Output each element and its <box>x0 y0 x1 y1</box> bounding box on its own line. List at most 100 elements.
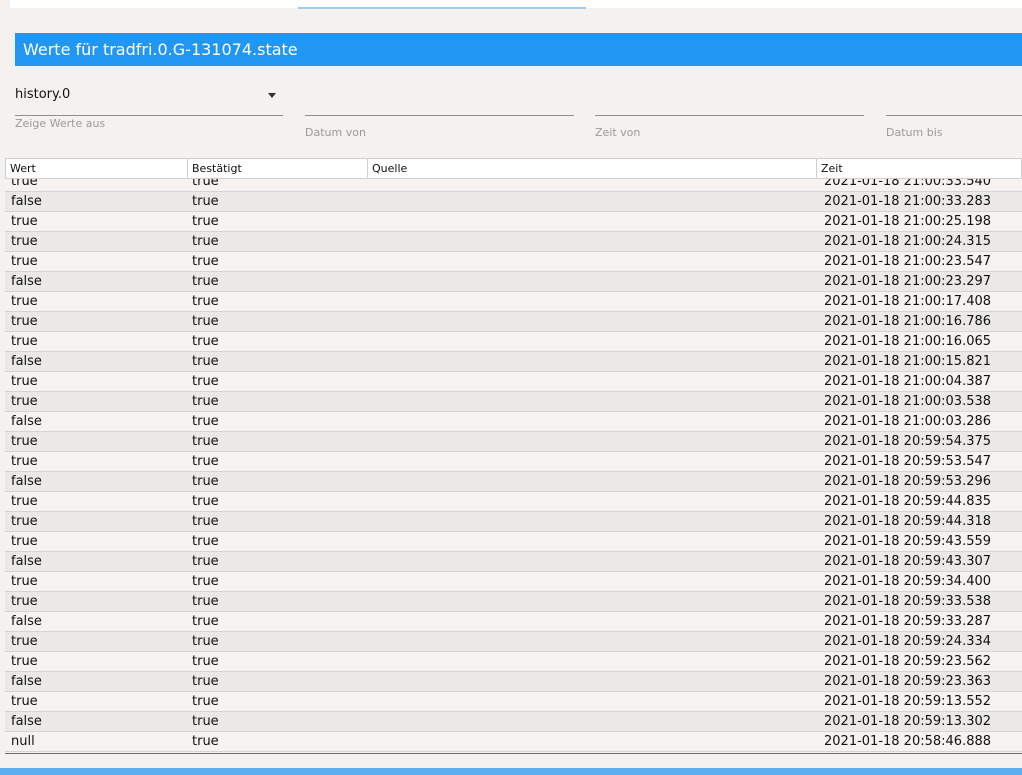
table-row[interactable]: true true 2021-01-18 21:00:33.540 <box>5 179 1022 192</box>
column-header-quelle[interactable]: Quelle <box>367 159 817 179</box>
cell-quelle <box>371 452 811 471</box>
date-from-underline <box>305 115 574 116</box>
cell-wert: true <box>11 454 38 469</box>
date-to-underline <box>886 115 1022 116</box>
active-tab-indicator <box>298 7 586 9</box>
cell-quelle <box>371 392 811 411</box>
cell-wert: false <box>11 194 42 209</box>
cell-bestaetigt: true <box>192 374 219 389</box>
cell-wert: true <box>11 394 38 409</box>
cell-quelle <box>371 592 811 611</box>
cell-bestaetigt: true <box>192 254 219 269</box>
cell-wert: true <box>11 594 38 609</box>
table-row[interactable]: false true 2021-01-18 20:59:13.302 <box>5 712 1022 732</box>
cell-bestaetigt: true <box>192 554 219 569</box>
cell-zeit: 2021-01-18 20:59:24.334 <box>824 634 992 649</box>
cell-zeit: 2021-01-18 20:59:23.562 <box>824 654 992 669</box>
cell-zeit: 2021-01-18 21:00:25.198 <box>824 214 992 229</box>
cell-wert: false <box>11 474 42 489</box>
column-header-wert[interactable]: Wert <box>6 159 188 179</box>
cell-zeit: 2021-01-18 20:59:33.538 <box>824 594 992 609</box>
cell-bestaetigt: true <box>192 674 219 689</box>
cell-wert: false <box>11 714 42 729</box>
cell-bestaetigt: true <box>192 594 219 609</box>
table-row[interactable]: null true 2021-01-18 20:58:46.888 <box>5 732 1022 752</box>
table-row[interactable]: false true 2021-01-18 20:59:33.287 <box>5 612 1022 632</box>
table-row[interactable]: true true 2021-01-18 20:59:24.334 <box>5 632 1022 652</box>
instance-select-value[interactable]: history.0 <box>15 83 70 107</box>
cell-bestaetigt: true <box>192 474 219 489</box>
table-row[interactable]: true true 2021-01-18 21:00:16.065 <box>5 332 1022 352</box>
table-row[interactable]: true true 2021-01-18 21:00:03.538 <box>5 392 1022 412</box>
table-row[interactable]: false true 2021-01-18 20:59:53.296 <box>5 472 1022 492</box>
cell-wert: true <box>11 534 38 549</box>
cell-quelle <box>371 492 811 511</box>
cell-quelle <box>371 672 811 691</box>
cell-wert: true <box>11 254 38 269</box>
table-row[interactable]: false true 2021-01-18 21:00:15.821 <box>5 352 1022 372</box>
caret-down-icon[interactable] <box>268 93 276 98</box>
cell-quelle <box>371 432 811 451</box>
cell-bestaetigt: true <box>192 454 219 469</box>
table-row[interactable]: false true 2021-01-18 20:59:23.363 <box>5 672 1022 692</box>
table-row[interactable]: true true 2021-01-18 20:59:13.552 <box>5 692 1022 712</box>
table-row[interactable]: true true 2021-01-18 21:00:25.198 <box>5 212 1022 232</box>
cell-wert: true <box>11 214 38 229</box>
cell-bestaetigt: true <box>192 214 219 229</box>
table-row[interactable]: false true 2021-01-18 21:00:33.283 <box>5 192 1022 212</box>
cell-zeit: 2021-01-18 21:00:03.286 <box>824 414 992 429</box>
time-from-field[interactable]: Zeit von <box>595 83 864 143</box>
table-row[interactable]: true true 2021-01-18 21:00:17.408 <box>5 292 1022 312</box>
cell-wert: true <box>11 494 38 509</box>
table-row[interactable]: false true 2021-01-18 20:59:43.307 <box>5 552 1022 572</box>
table-row[interactable]: true true 2021-01-18 20:59:44.835 <box>5 492 1022 512</box>
cell-bestaetigt: true <box>192 614 219 629</box>
cell-quelle <box>371 472 811 491</box>
table-row[interactable]: true true 2021-01-18 20:59:44.318 <box>5 512 1022 532</box>
cell-bestaetigt: true <box>192 194 219 209</box>
cell-bestaetigt: true <box>192 179 219 189</box>
cell-zeit: 2021-01-18 21:00:16.065 <box>824 334 992 349</box>
cell-quelle <box>371 352 811 371</box>
date-to-label: Datum bis <box>886 126 943 139</box>
cell-zeit: 2021-01-18 20:59:34.400 <box>824 574 992 589</box>
table-row[interactable]: true true 2021-01-18 20:59:54.375 <box>5 432 1022 452</box>
table-row[interactable]: true true 2021-01-18 21:00:23.547 <box>5 252 1022 272</box>
cell-wert: true <box>11 314 38 329</box>
table-body[interactable]: true true 2021-01-18 21:00:33.540 false true… <box>5 179 1022 754</box>
table-header: Wert Bestätigt Quelle Zeit <box>5 158 1022 179</box>
table-row[interactable]: false true 2021-01-18 21:00:03.286 <box>5 412 1022 432</box>
instance-select[interactable]: history.0 Zeige Werte aus <box>15 83 283 143</box>
cell-quelle <box>371 252 811 271</box>
table-row[interactable]: true true 2021-01-18 20:59:23.562 <box>5 652 1022 672</box>
cell-quelle <box>371 179 811 191</box>
date-from-field[interactable]: Datum von <box>305 83 574 143</box>
cell-quelle <box>371 192 811 211</box>
cell-wert: false <box>11 274 42 289</box>
date-to-field[interactable]: Datum bis <box>886 83 1022 143</box>
table-row[interactable]: true true 2021-01-18 21:00:24.315 <box>5 232 1022 252</box>
cell-bestaetigt: true <box>192 394 219 409</box>
cell-bestaetigt: true <box>192 634 219 649</box>
cell-wert: true <box>11 654 38 669</box>
table-row[interactable]: true true 2021-01-18 20:59:43.559 <box>5 532 1022 552</box>
table-row[interactable]: true true 2021-01-18 21:00:16.786 <box>5 312 1022 332</box>
table-row[interactable]: false true 2021-01-18 21:00:23.297 <box>5 272 1022 292</box>
table-row[interactable]: true true 2021-01-18 20:59:53.547 <box>5 452 1022 472</box>
cell-bestaetigt: true <box>192 274 219 289</box>
cell-zeit: 2021-01-18 20:59:33.287 <box>824 614 992 629</box>
column-header-bestaetigt[interactable]: Bestätigt <box>187 159 367 179</box>
cell-quelle <box>371 292 811 311</box>
table-row[interactable]: true true 2021-01-18 21:00:04.387 <box>5 372 1022 392</box>
cell-wert: false <box>11 674 42 689</box>
cell-bestaetigt: true <box>192 534 219 549</box>
cell-quelle <box>371 572 811 591</box>
table-rows: true true 2021-01-18 21:00:33.540 false true… <box>5 179 1022 752</box>
table-row[interactable]: true true 2021-01-18 20:59:34.400 <box>5 572 1022 592</box>
dialog-title: Werte für tradfri.0.G-131074.state <box>15 33 1022 66</box>
time-from-label: Zeit von <box>595 126 641 139</box>
cell-bestaetigt: true <box>192 514 219 529</box>
cell-quelle <box>371 332 811 351</box>
column-header-zeit[interactable]: Zeit <box>816 159 1022 179</box>
table-row[interactable]: true true 2021-01-18 20:59:33.538 <box>5 592 1022 612</box>
